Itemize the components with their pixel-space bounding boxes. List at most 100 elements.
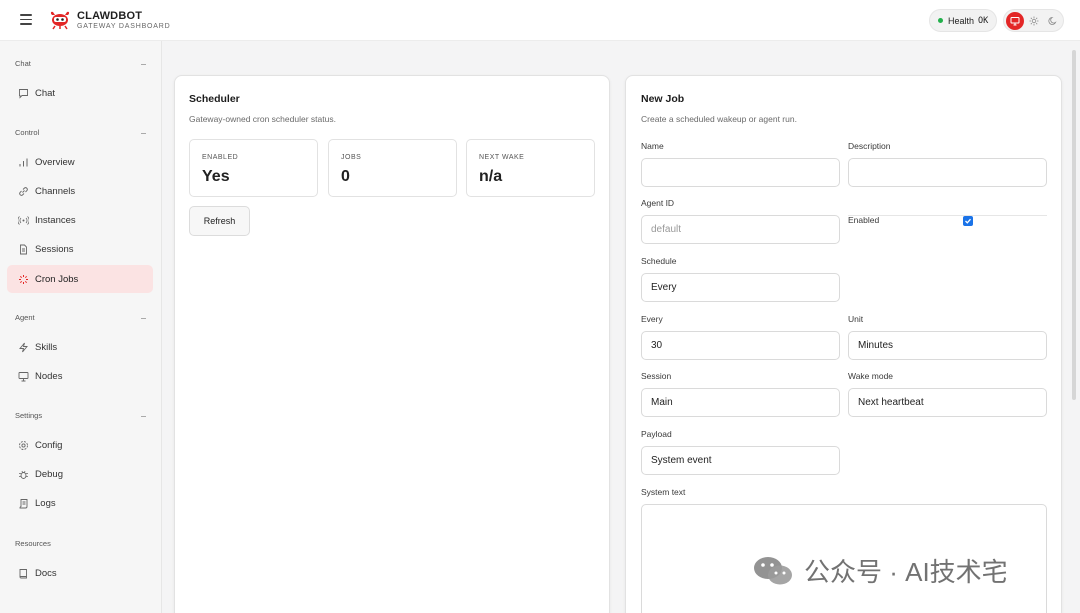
wechat-icon	[754, 556, 792, 584]
sidebar-item-chat[interactable]: Chat	[7, 79, 153, 107]
name-label: Name	[641, 141, 664, 151]
collapse-icon[interactable]	[141, 133, 146, 134]
sidebar-group-chat: Chat	[15, 59, 31, 68]
sidebar-item-label: Chat	[35, 87, 56, 99]
new-job-title: New Job	[641, 93, 685, 105]
sidebar-item-instances[interactable]: Instances	[7, 206, 153, 234]
lobster-logo-icon	[50, 11, 70, 30]
sidebar-item-sessions[interactable]: Sessions	[7, 235, 153, 263]
health-label: Health	[948, 15, 975, 26]
scheduler-subtitle: Gateway-owned cron scheduler status.	[189, 114, 336, 124]
payload-label: Payload	[641, 429, 672, 439]
watermark-text: 公众号 · AI技术宅	[804, 557, 1008, 587]
health-badge: Health OK	[929, 9, 997, 32]
sidebar-group-settings: Settings	[15, 411, 43, 420]
every-input[interactable]: 30	[641, 331, 840, 360]
sidebar-item-skills[interactable]: Skills	[7, 333, 153, 361]
monitor-icon	[17, 370, 29, 382]
collapse-icon[interactable]	[141, 416, 146, 417]
sidebar-item-label: Instances	[35, 214, 76, 226]
sidebar-item-label: Skills	[35, 341, 58, 353]
every-label: Every	[641, 314, 663, 324]
bolt-icon	[17, 341, 29, 353]
sidebar-item-nodes[interactable]: Nodes	[7, 362, 153, 390]
sidebar: Chat Chat Control Overview Channels Inst…	[0, 41, 162, 613]
sidebar-item-label: Debug	[35, 468, 63, 480]
stat-label: ENABLED	[202, 154, 239, 161]
stat-label: NEXT WAKE	[479, 154, 525, 161]
theme-light-button[interactable]	[1025, 12, 1043, 30]
stat-value: 0	[341, 168, 350, 185]
refresh-button[interactable]: Refresh	[189, 206, 250, 236]
sidebar-item-label: Overview	[35, 156, 75, 168]
theme-switcher	[1003, 9, 1064, 32]
bar-chart-icon	[17, 156, 29, 168]
schedule-label: Schedule	[641, 256, 677, 266]
sidebar-item-debug[interactable]: Debug	[7, 460, 153, 488]
sidebar-item-logs[interactable]: Logs	[7, 489, 153, 517]
system-text-label: System text	[641, 487, 686, 497]
unit-label: Unit	[848, 314, 864, 324]
menu-icon[interactable]	[20, 14, 32, 25]
theme-dark-button[interactable]	[1044, 12, 1062, 30]
enabled-label: Enabled	[848, 215, 880, 225]
sidebar-item-docs[interactable]: Docs	[7, 559, 153, 587]
session-label: Session	[641, 371, 672, 381]
chat-bubble-icon	[17, 87, 29, 99]
sidebar-item-label: Config	[35, 439, 63, 451]
payload-select[interactable]: System event	[641, 446, 840, 475]
scrollbar[interactable]	[1072, 50, 1076, 400]
stat-value: Yes	[202, 168, 230, 185]
collapse-icon[interactable]	[141, 318, 146, 319]
radio-icon	[17, 214, 29, 226]
document-icon	[17, 243, 29, 255]
sidebar-item-cron-jobs[interactable]: Cron Jobs	[7, 265, 153, 293]
stat-next-wake: NEXT WAKE n/a	[466, 139, 595, 197]
sidebar-group-resources: Resources	[15, 539, 51, 548]
top-bar: CLAWDBOT GATEWAY DASHBOARD Health OK	[0, 0, 1080, 41]
bug-icon	[17, 468, 29, 480]
agent-id-input[interactable]: default	[641, 215, 840, 244]
new-job-card: New Job Create a scheduled wakeup or age…	[625, 75, 1062, 613]
divider	[848, 215, 1047, 216]
stat-value: n/a	[479, 168, 503, 185]
sidebar-group-control: Control	[15, 128, 40, 137]
sidebar-item-overview[interactable]: Overview	[7, 148, 153, 176]
book-icon	[17, 567, 29, 579]
app-subtitle: GATEWAY DASHBOARD	[77, 23, 171, 30]
sidebar-item-label: Sessions	[35, 243, 74, 255]
new-job-subtitle: Create a scheduled wakeup or agent run.	[641, 114, 797, 124]
sidebar-item-label: Logs	[35, 497, 56, 509]
app-title: CLAWDBOT	[77, 10, 143, 22]
sidebar-item-label: Channels	[35, 185, 76, 197]
sidebar-item-label: Docs	[35, 567, 57, 579]
health-status: OK	[978, 15, 989, 26]
stat-jobs: JOBS 0	[328, 139, 457, 197]
sidebar-item-channels[interactable]: Channels	[7, 177, 153, 205]
name-input[interactable]	[641, 158, 840, 187]
agent-id-label: Agent ID	[641, 198, 675, 208]
sidebar-item-config[interactable]: Config	[7, 431, 153, 459]
description-label: Description	[848, 141, 891, 151]
gear-icon	[17, 439, 29, 451]
moon-icon	[1048, 16, 1057, 25]
scroll-icon	[17, 497, 29, 509]
wake-mode-select[interactable]: Next heartbeat	[848, 388, 1047, 417]
unit-select[interactable]: Minutes	[848, 331, 1047, 360]
schedule-select[interactable]: Every	[641, 273, 840, 302]
theme-system-button[interactable]	[1006, 12, 1024, 30]
monitor-icon	[1010, 17, 1020, 26]
scheduler-card: Scheduler Gateway-owned cron scheduler s…	[174, 75, 610, 613]
loader-icon	[17, 273, 29, 285]
sidebar-item-label: Cron Jobs	[35, 273, 79, 285]
sidebar-item-label: Nodes	[35, 370, 63, 382]
sidebar-group-agent: Agent	[15, 313, 35, 322]
collapse-icon[interactable]	[141, 64, 146, 65]
checkmark-icon	[965, 218, 971, 224]
stat-label: JOBS	[341, 154, 362, 161]
wake-mode-label: Wake mode	[848, 371, 894, 381]
scheduler-title: Scheduler	[189, 93, 240, 105]
enabled-checkbox[interactable]	[963, 216, 973, 226]
description-input[interactable]	[848, 158, 1047, 187]
session-select[interactable]: Main	[641, 388, 840, 417]
